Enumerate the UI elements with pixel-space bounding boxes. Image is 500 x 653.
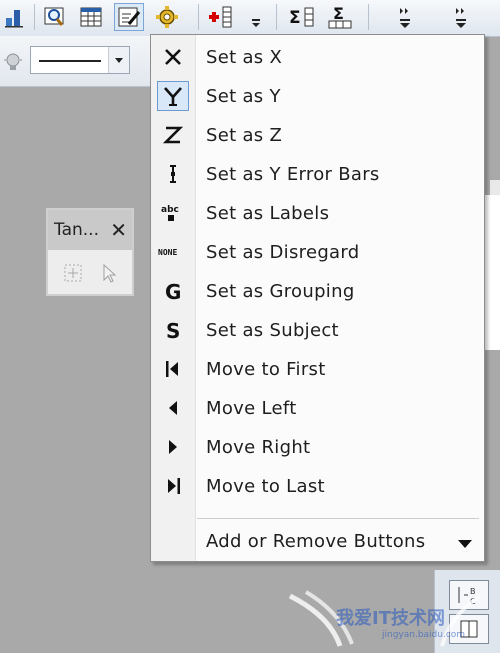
labels-icon: abc	[157, 198, 189, 228]
z-axis-icon	[157, 120, 189, 150]
y-axis-icon	[157, 81, 189, 111]
menu-item-label: Set as Grouping	[206, 281, 355, 302]
menu-item-label: Move Right	[206, 437, 311, 458]
menu-item-label: Move to First	[206, 359, 326, 380]
column-stats-icon[interactable]: Σ	[288, 3, 318, 31]
menu-item-move-left[interactable]: Move Left	[151, 390, 484, 426]
floating-toolbar-body	[48, 250, 132, 294]
toolbar-separator	[276, 4, 277, 30]
main-toolbar: Σ Σ	[0, 0, 500, 37]
menu-item-set-as-grouping[interactable]: G Set as Grouping	[151, 273, 484, 309]
move-right-icon	[157, 432, 189, 462]
floating-toolbar-title-bar[interactable]: Tan... ✕	[48, 210, 132, 250]
menu-item-set-as-y-error-bars[interactable]: Set as Y Error Bars	[151, 156, 484, 192]
menu-item-label: Set as Labels	[206, 203, 330, 224]
menu-item-set-as-disregard[interactable]: NONE Set as Disregard	[151, 234, 484, 270]
move-left-icon	[157, 393, 189, 423]
move-to-last-icon	[157, 471, 189, 501]
x-axis-icon	[157, 42, 189, 72]
error-bar-icon	[157, 159, 189, 189]
menu-item-set-as-y[interactable]: Set as Y	[151, 78, 484, 114]
toolbar-separator	[34, 4, 35, 30]
menu-item-label: Set as Subject	[206, 320, 339, 341]
svg-text:S: S	[166, 319, 180, 341]
crosshair-icon[interactable]	[60, 260, 86, 286]
row-stats-icon[interactable]: Σ	[326, 3, 356, 31]
add-remove-buttons-item[interactable]: Add or Remove Buttons	[151, 525, 484, 561]
lightbulb-icon[interactable]	[2, 50, 24, 76]
menu-item-label: Set as Disregard	[206, 242, 360, 263]
line-style-preview	[39, 60, 101, 62]
menu-item-set-as-subject[interactable]: S Set as Subject	[151, 312, 484, 348]
watermark-text: 我爱IT技术网	[336, 608, 445, 629]
chart-icon[interactable]	[0, 3, 30, 31]
menu-item-label: Move to Last	[206, 476, 325, 497]
menu-item-label: Set as X	[206, 47, 283, 68]
svg-text:Σ: Σ	[333, 4, 344, 23]
menu-item-move-to-first[interactable]: Move to First	[151, 351, 484, 387]
move-to-first-icon	[157, 354, 189, 384]
watermark: 我爱IT技术网 jingyan.baidu.com	[270, 586, 500, 653]
menu-item-set-as-z[interactable]: Set as Z	[151, 117, 484, 153]
format-toolbar	[0, 36, 160, 87]
menu-item-move-right[interactable]: Move Right	[151, 429, 484, 465]
edit-notes-icon[interactable]	[114, 3, 144, 31]
magnify-icon[interactable]	[40, 3, 70, 31]
chevron-down-icon[interactable]	[458, 540, 472, 548]
chevron-down-icon[interactable]	[246, 3, 266, 31]
menu-item-set-as-labels[interactable]: abc Set as Labels	[151, 195, 484, 231]
watermark-url: jingyan.baidu.com	[382, 630, 466, 640]
subject-icon: S	[157, 315, 189, 345]
menu-item-label: Set as Z	[206, 125, 283, 146]
worksheet-icon[interactable]	[76, 3, 106, 31]
chevron-down-icon[interactable]	[108, 47, 129, 73]
close-icon[interactable]: ✕	[110, 218, 127, 242]
toolbar-separator	[198, 4, 199, 30]
menu-item-move-to-last[interactable]: Move to Last	[151, 468, 484, 504]
line-style-dropdown[interactable]	[30, 46, 130, 74]
menu-separator	[197, 518, 479, 519]
menu-item-label: Set as Y	[206, 86, 281, 107]
svg-text:Σ: Σ	[289, 8, 301, 28]
gear-icon[interactable]	[152, 3, 182, 31]
svg-text:abc: abc	[161, 205, 179, 215]
grouping-icon: G	[157, 276, 189, 306]
disregard-icon: NONE	[157, 237, 189, 267]
column-designation-menu: Set as X Set as Y Set as Z Set as Y Erro…	[150, 34, 485, 562]
pointer-icon[interactable]	[96, 260, 122, 286]
svg-text:NONE: NONE	[158, 248, 177, 257]
menu-item-label: Move Left	[206, 398, 297, 419]
menu-item-set-as-x[interactable]: Set as X	[151, 39, 484, 75]
add-remove-buttons-label: Add or Remove Buttons	[206, 531, 426, 552]
toolbar-separator	[368, 4, 369, 30]
add-column-icon[interactable]	[206, 3, 236, 31]
toolbar-overflow-icon[interactable]	[394, 3, 416, 31]
floating-toolbar-title: Tan...	[54, 220, 99, 240]
floating-toolbar: Tan... ✕	[46, 208, 134, 296]
svg-text:G: G	[165, 280, 181, 302]
menu-item-label: Set as Y Error Bars	[206, 164, 380, 185]
toolbar-overflow-icon[interactable]	[450, 3, 472, 31]
